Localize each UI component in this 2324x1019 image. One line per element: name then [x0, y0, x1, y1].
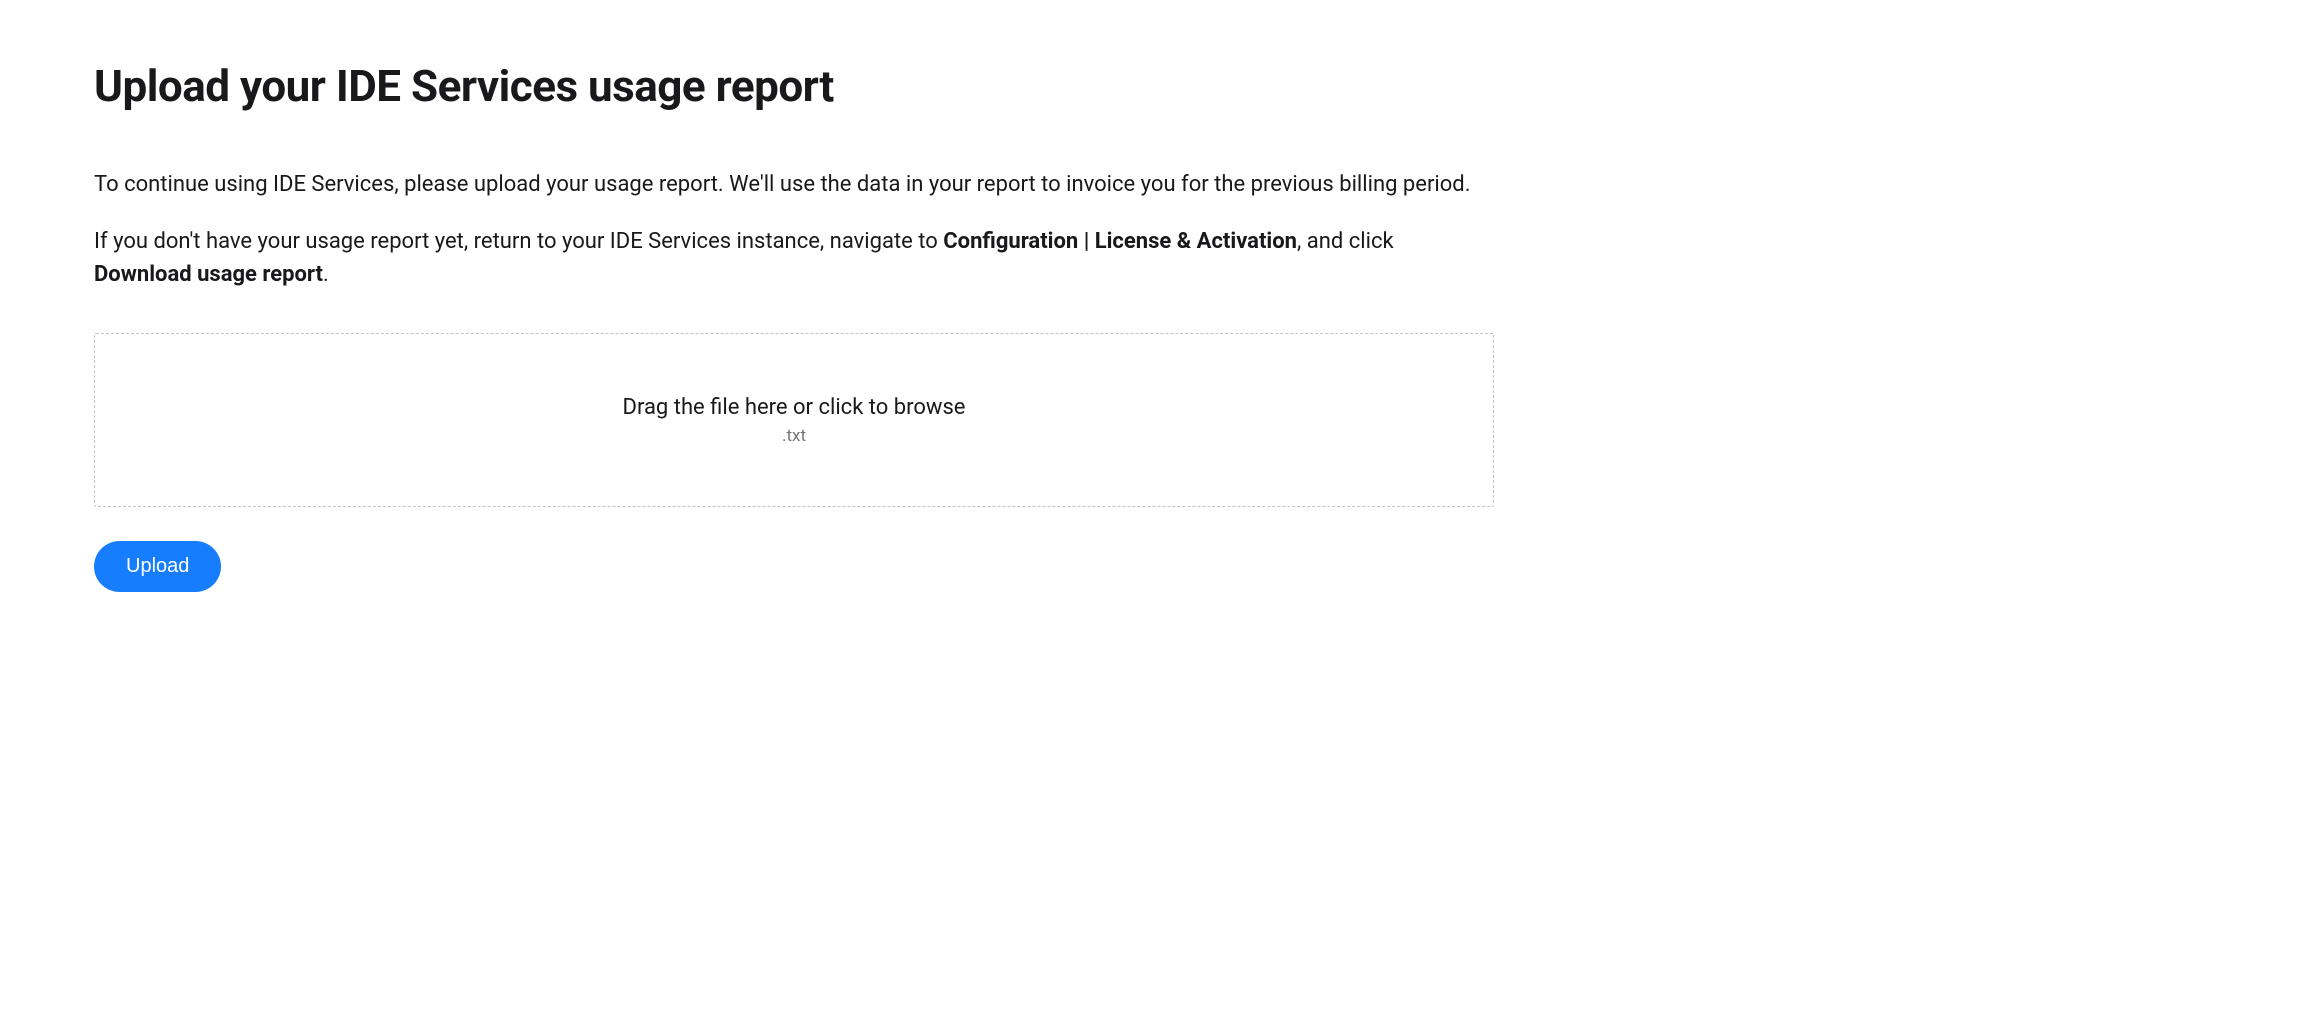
- description-paragraph-2: If you don't have your usage report yet,…: [94, 225, 1494, 291]
- paragraph2-prefix: If you don't have your usage report yet,…: [94, 229, 943, 254]
- drop-zone-text: Drag the file here or click to browse: [623, 395, 966, 420]
- paragraph2-bold-action: Download usage report: [94, 262, 323, 287]
- paragraph2-middle: , and click: [1297, 229, 1394, 254]
- file-drop-zone[interactable]: Drag the file here or click to browse .t…: [94, 333, 1494, 507]
- upload-button[interactable]: Upload: [94, 541, 221, 592]
- description-paragraph-1: To continue using IDE Services, please u…: [94, 168, 1494, 201]
- paragraph2-bold-nav: Configuration | License & Activation: [943, 229, 1297, 254]
- page-title: Upload your IDE Services usage report: [94, 60, 1494, 112]
- drop-zone-file-type-hint: .txt: [782, 426, 806, 446]
- paragraph2-suffix: .: [323, 262, 329, 287]
